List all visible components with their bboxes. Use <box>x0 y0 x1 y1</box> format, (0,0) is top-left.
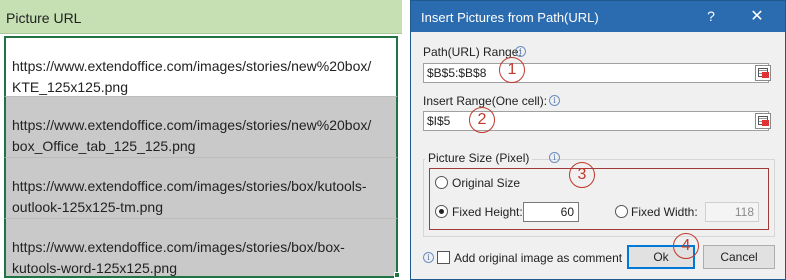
add-comment-label[interactable]: Add original image as comment <box>454 251 622 265</box>
cancel-button[interactable]: Cancel <box>703 245 775 269</box>
step-marker-3: 3 <box>569 162 595 188</box>
close-button[interactable]: ✕ <box>745 6 769 26</box>
url-cell-text: https://www.extendoffice.com/images/stor… <box>12 117 372 154</box>
column-header-label: Picture URL <box>6 10 82 26</box>
fixed-width-input: 118 <box>705 202 759 222</box>
spreadsheet-area: Picture URL https://www.extendoffice.com… <box>0 0 402 280</box>
url-cell[interactable]: https://www.extendoffice.com/images/stor… <box>4 36 398 97</box>
add-comment-checkbox[interactable] <box>437 251 450 264</box>
fixed-height-input[interactable]: 60 <box>523 202 579 222</box>
range-picker-icon[interactable] <box>755 65 771 81</box>
step-marker-1: 1 <box>499 57 525 83</box>
fixed-width-radio[interactable] <box>615 205 628 218</box>
path-range-input[interactable] <box>424 64 768 82</box>
info-icon[interactable]: i <box>423 252 434 263</box>
url-cell-text: https://www.extendoffice.com/images/stor… <box>12 239 345 276</box>
url-cell[interactable]: https://www.extendoffice.com/images/stor… <box>4 97 398 158</box>
insert-range-label: Insert Range(One cell): <box>423 94 548 108</box>
url-cell[interactable]: https://www.extendoffice.com/images/stor… <box>4 158 398 219</box>
info-icon[interactable]: i <box>549 152 560 163</box>
fixed-height-label[interactable]: Fixed Height: <box>452 205 523 219</box>
column-header-cell[interactable]: Picture URL <box>0 0 402 34</box>
dialog-title: Insert Pictures from Path(URL) <box>421 10 599 25</box>
original-size-radio[interactable] <box>435 176 448 189</box>
insert-pictures-dialog: Insert Pictures from Path(URL) ? ✕ Path(… <box>410 0 786 280</box>
info-icon[interactable]: i <box>515 46 526 57</box>
url-cell[interactable]: https://www.extendoffice.com/images/stor… <box>4 219 398 278</box>
fixed-width-label[interactable]: Fixed Width: <box>631 205 698 219</box>
fixed-height-radio[interactable] <box>435 205 448 218</box>
step-marker-4: 4 <box>673 233 699 259</box>
url-cell-text: https://www.extendoffice.com/images/stor… <box>12 178 367 215</box>
picture-size-legend: Picture Size (Pixel) <box>425 151 533 165</box>
step-marker-2: 2 <box>469 107 495 133</box>
dialog-titlebar[interactable]: Insert Pictures from Path(URL) ? ✕ <box>411 1 785 32</box>
range-picker-icon[interactable] <box>755 113 771 129</box>
original-size-label[interactable]: Original Size <box>452 176 520 190</box>
fill-handle[interactable] <box>394 272 400 278</box>
help-button[interactable]: ? <box>701 8 721 24</box>
path-range-field[interactable] <box>423 63 769 83</box>
url-cell-text: https://www.extendoffice.com/images/stor… <box>12 58 372 95</box>
info-icon[interactable]: i <box>549 95 560 106</box>
